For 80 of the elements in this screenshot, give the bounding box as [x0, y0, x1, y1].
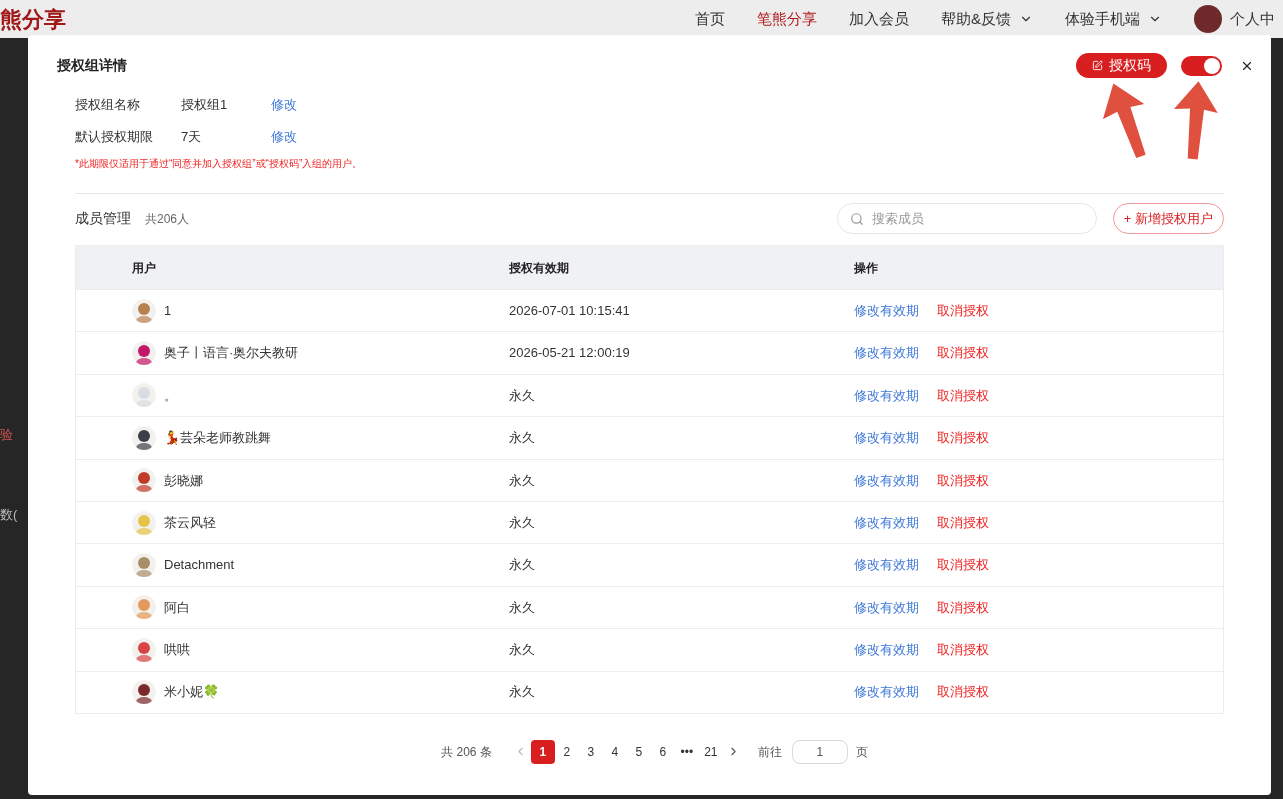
search-icon	[849, 211, 864, 226]
user-name: 茶云风轻	[164, 513, 216, 532]
nav-link[interactable]: 笔熊分享	[757, 7, 817, 31]
user-link[interactable]: 个人中	[1230, 7, 1275, 31]
field-value: 授权组1	[181, 96, 229, 115]
user-name: 彭晓娜	[164, 471, 203, 490]
nav-link[interactable]: 体验手机端	[1065, 7, 1162, 31]
revoke-link[interactable]: 取消授权	[937, 300, 989, 321]
user-name: 阿白	[164, 598, 190, 617]
revoke-link[interactable]: 取消授权	[937, 428, 989, 448]
user-name: Detachment	[164, 556, 235, 575]
page-button[interactable]: 21	[698, 739, 723, 764]
edit-expiry-link[interactable]: 修改有效期	[854, 300, 919, 321]
user-name: 奥子丨语言·奥尔夫教研	[164, 344, 299, 363]
toggle-switch[interactable]	[1181, 55, 1222, 76]
total-count: 共 206 条	[441, 743, 492, 761]
expiry-cell-text: 永久	[509, 513, 536, 532]
expiry-cell-text: 永久	[509, 641, 536, 660]
column-header: 授权有效期	[509, 259, 570, 277]
background-text: 数(	[0, 505, 18, 524]
user-name: 哄哄	[164, 641, 190, 660]
page-button[interactable]: 2	[554, 739, 579, 764]
nav-link[interactable]: 加入会员	[849, 7, 909, 31]
revoke-link[interactable]: 取消授权	[937, 343, 989, 363]
expiry-cell-text: 2026-05-21 12:00:19	[509, 344, 631, 363]
background-text: 验	[0, 426, 14, 444]
page-button[interactable]: 6	[650, 739, 675, 764]
revoke-link[interactable]: 取消授权	[937, 640, 989, 660]
field-label: 默认授权期限	[75, 128, 154, 147]
expiry-cell-text: 永久	[509, 598, 536, 617]
expiry-cell-text: 永久	[509, 471, 536, 490]
column-header: 用户	[131, 259, 157, 277]
field-label: 授权组名称	[75, 96, 141, 115]
logo[interactable]: 熊分享	[0, 2, 66, 36]
edit-expiry-link[interactable]: 修改有效期	[854, 470, 919, 490]
edit-expiry-link[interactable]: 修改有效期	[854, 597, 919, 618]
edit-expiry-link[interactable]: 修改有效期	[854, 385, 919, 406]
page-button[interactable]: 3	[578, 739, 603, 764]
page-input[interactable]: 1	[791, 739, 848, 764]
column-header: 操作	[854, 259, 879, 277]
expiry-cell-text: 2026-07-01 10:15:41	[509, 301, 631, 320]
nav-link[interactable]: 帮助&反馈	[941, 7, 1033, 31]
page-button[interactable]: 1	[530, 739, 555, 764]
nav-link[interactable]: 首页	[695, 7, 725, 31]
edit-expiry-link[interactable]: 修改有效期	[854, 512, 919, 533]
edit-expiry-link[interactable]: 修改有效期	[854, 682, 919, 702]
field-value: 7天	[181, 128, 203, 147]
user-name: 1	[164, 301, 172, 320]
revoke-link[interactable]: 取消授权	[937, 555, 989, 575]
edit-link[interactable]: 修改	[271, 127, 297, 147]
expiry-cell-text: 永久	[509, 683, 536, 702]
user-name: 💃芸朵老师教跳舞	[164, 429, 271, 448]
expiry-cell-text: 永久	[509, 386, 536, 405]
edit-icon	[1092, 60, 1103, 71]
note-text: *此期限仅适用于通过“同意并加入授权组”或“授权码”入组的用户。	[75, 157, 364, 171]
search-input[interactable]: 搜索成员	[871, 208, 1084, 229]
expiry-cell-text: 永久	[509, 429, 536, 448]
edit-expiry-link[interactable]: 修改有效期	[854, 343, 919, 363]
revoke-link[interactable]: 取消授权	[937, 385, 989, 406]
dialog-title: 授权组详情	[57, 56, 127, 75]
revoke-link[interactable]: 取消授权	[937, 682, 989, 702]
edit-link[interactable]: 修改	[271, 95, 297, 115]
avatar[interactable]	[1194, 5, 1222, 33]
user-name: 米小妮🍀	[164, 683, 219, 702]
edit-expiry-link[interactable]: 修改有效期	[854, 640, 919, 660]
page-button[interactable]: 5	[626, 739, 651, 764]
page-button[interactable]: •••	[674, 739, 699, 764]
edit-expiry-link[interactable]: 修改有效期	[854, 428, 919, 448]
page-button[interactable]: 4	[602, 739, 627, 764]
revoke-link[interactable]: 取消授权	[937, 597, 989, 618]
expiry-cell-text: 永久	[509, 556, 536, 575]
revoke-link[interactable]: 取消授权	[937, 470, 989, 490]
user-name: 。	[164, 386, 177, 405]
goto-label: 前往	[757, 743, 782, 761]
page-suffix: 页	[855, 743, 868, 761]
section-title: 成员管理	[75, 209, 131, 228]
revoke-link[interactable]: 取消授权	[937, 512, 989, 533]
code-button[interactable]: 授权码	[1076, 53, 1167, 78]
edit-expiry-link[interactable]: 修改有效期	[854, 555, 919, 575]
member-count: 共206人	[145, 210, 190, 228]
